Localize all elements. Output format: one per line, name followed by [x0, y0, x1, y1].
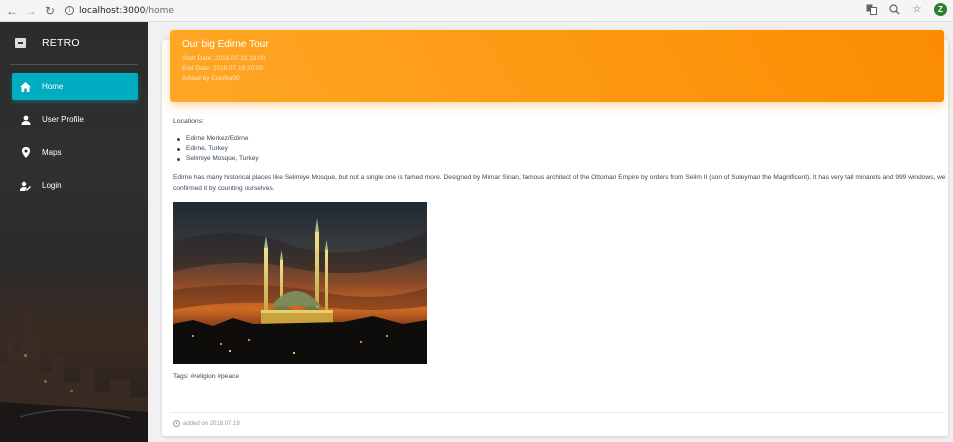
tour-description: Edirne has many historical places like S… [173, 174, 946, 192]
forward-arrow-icon[interactable]: → [24, 4, 38, 18]
tour-card-footer: added on 2018.07.19 [170, 412, 944, 427]
sidebar-item-label: Maps [42, 148, 62, 157]
list-item: Selimiye Mosque, Turkey [175, 154, 943, 164]
sidebar-item-home[interactable]: Home [12, 73, 138, 100]
user-key-icon [20, 180, 31, 191]
tour-card-body: Locations: Edirne Merkez/Edirne Edirne, … [173, 118, 946, 380]
end-date: End Date: 2018.07.18 20:00 [182, 65, 264, 72]
sidebar: RETRO Home User Profile Maps Login [0, 22, 148, 442]
sidebar-item-user-profile[interactable]: User Profile [12, 106, 138, 133]
bookmark-star-icon[interactable]: ☆ [911, 4, 923, 16]
brand[interactable]: RETRO [0, 22, 148, 64]
locations-label: Locations: [173, 118, 204, 125]
zoom-icon[interactable] [888, 4, 900, 16]
tour-card-header: Our big Edirne Tour Start Date: 2018.07.… [170, 30, 944, 102]
info-icon[interactable]: i [65, 6, 74, 15]
mosque-photo [173, 202, 427, 364]
clock-icon [173, 420, 180, 427]
archive-logo-icon [15, 38, 26, 48]
translate-icon[interactable] [865, 4, 877, 16]
list-item: Edirne, Turkey [175, 144, 943, 154]
divider [10, 64, 138, 65]
url-text[interactable]: localhost:3000/home [79, 6, 174, 16]
sidebar-menu: Home User Profile Maps Login [0, 73, 148, 199]
browser-toolbar: ← → ↻ i localhost:3000/home ☆ Z [0, 0, 953, 22]
sidebar-item-maps[interactable]: Maps [12, 139, 138, 166]
home-icon [20, 81, 31, 92]
sidebar-item-label: Login [42, 181, 62, 190]
city-background-image [0, 302, 148, 442]
locations-list: Edirne Merkez/Edirne Edirne, Turkey Seli… [173, 134, 943, 164]
list-item: Edirne Merkez/Edirne [175, 134, 943, 144]
location-pin-icon [20, 147, 31, 158]
sidebar-item-label: User Profile [42, 115, 84, 124]
added-by: Added by EceAta00 [182, 75, 240, 82]
added-on-date: added on 2018.07.19 [183, 420, 240, 427]
tour-tags: Tags: #religion #peace [173, 373, 239, 380]
address-bar[interactable]: i localhost:3000/home [65, 2, 174, 20]
brand-name: RETRO [42, 37, 80, 49]
avatar[interactable]: Z [934, 3, 947, 16]
reload-icon[interactable]: ↻ [43, 4, 57, 18]
back-arrow-icon[interactable]: ← [5, 4, 19, 18]
tour-card: Our big Edirne Tour Start Date: 2018.07.… [162, 30, 948, 436]
person-icon [20, 114, 31, 125]
start-date: Start Date: 2018.07.18 18:00 [182, 55, 266, 62]
tour-title: Our big Edirne Tour [182, 39, 269, 50]
sidebar-item-label: Home [42, 82, 64, 91]
sidebar-item-login[interactable]: Login [12, 172, 138, 199]
